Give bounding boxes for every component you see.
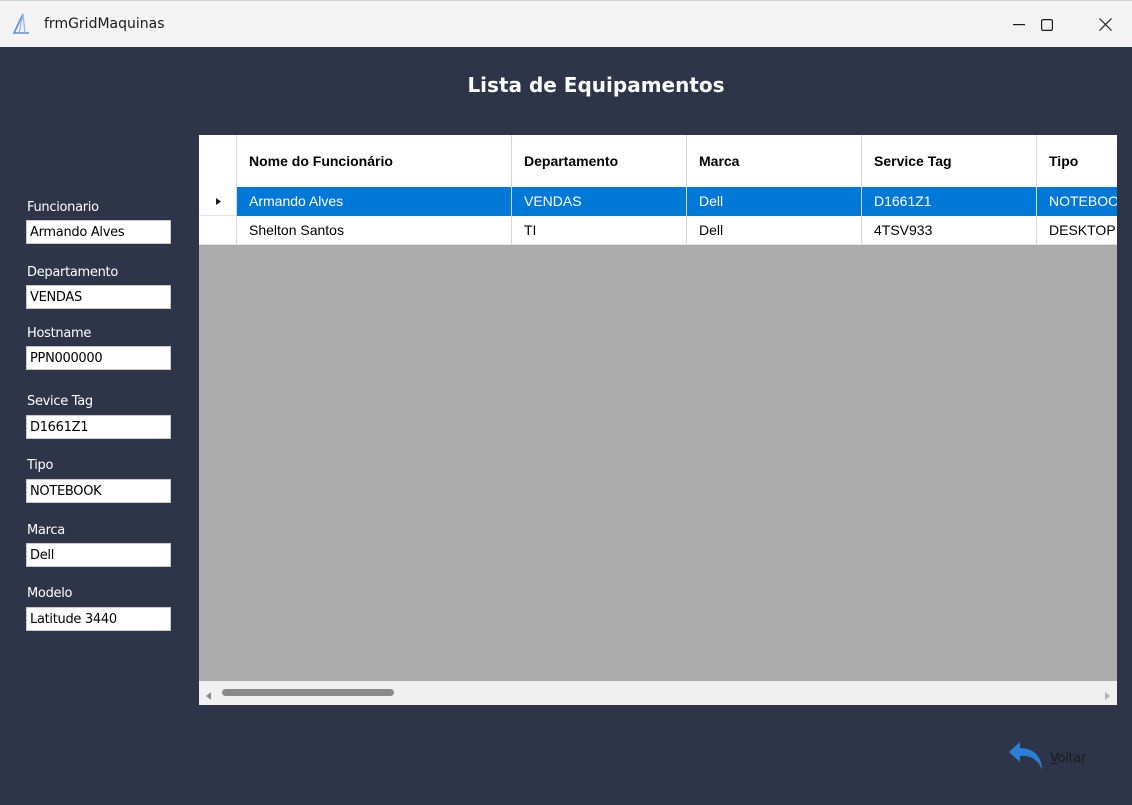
app-icon — [11, 13, 31, 35]
window-title: frmGridMaquinas — [44, 16, 165, 32]
column-header-nome[interactable]: Nome do Funcionário — [237, 135, 512, 187]
back-arrow-icon — [1006, 738, 1048, 779]
page-title: Lista de Equipamentos — [467, 73, 725, 97]
cell-tipo[interactable]: DESKTOP — [1037, 216, 1117, 245]
label-service-tag: Sevice Tag — [27, 394, 93, 409]
column-header-tipo[interactable]: Tipo — [1037, 135, 1117, 187]
close-button[interactable] — [1082, 1, 1128, 48]
modelo-field[interactable]: Latitude 3440 — [26, 607, 171, 631]
label-funcionario: Funcionario — [27, 200, 99, 215]
close-icon — [1098, 18, 1112, 31]
column-header-departamento[interactable]: Departamento — [512, 135, 687, 187]
row-header[interactable] — [199, 216, 237, 245]
row-header[interactable] — [199, 187, 237, 216]
scroll-left-icon[interactable] — [205, 688, 213, 705]
departamento-field[interactable]: VENDAS — [26, 285, 171, 309]
label-marca: Marca — [27, 523, 65, 538]
column-header-service-tag[interactable]: Service Tag — [862, 135, 1037, 187]
tipo-field[interactable]: NOTEBOOK — [26, 479, 171, 503]
cell-marca[interactable]: Dell — [687, 216, 862, 245]
cell-nome[interactable]: Shelton Santos — [237, 216, 512, 245]
window: frmGridMaquinas Lista de Equipamentos Fu… — [0, 0, 1132, 805]
cell-departamento[interactable]: TI — [512, 216, 687, 245]
table-row[interactable]: Shelton Santos TI Dell 4TSV933 DESKTOP — [199, 216, 1117, 245]
title-bar[interactable]: frmGridMaquinas — [0, 0, 1132, 48]
label-hostname: Hostname — [27, 326, 92, 341]
cell-departamento[interactable]: VENDAS — [512, 187, 687, 216]
cell-service-tag[interactable]: D1661Z1 — [862, 187, 1037, 216]
cell-marca[interactable]: Dell — [687, 187, 862, 216]
funcionario-field[interactable]: Armando Alves — [26, 220, 171, 244]
cell-tipo[interactable]: NOTEBOOK — [1037, 187, 1117, 216]
horizontal-scrollbar[interactable] — [199, 681, 1117, 705]
maximize-button[interactable] — [1024, 1, 1070, 48]
table-row[interactable]: Armando Alves VENDAS Dell D1661Z1 NOTEBO… — [199, 187, 1117, 216]
row-header-corner[interactable] — [199, 135, 237, 187]
form-client-area: Lista de Equipamentos Funcionario Armand… — [0, 47, 1132, 805]
label-tipo: Tipo — [27, 458, 54, 473]
back-button-label: Voltar — [1050, 750, 1087, 766]
scroll-right-icon[interactable] — [1103, 688, 1111, 705]
maximize-icon — [1041, 18, 1053, 31]
column-header-marca[interactable]: Marca — [687, 135, 862, 187]
cell-service-tag[interactable]: 4TSV933 — [862, 216, 1037, 245]
cell-nome[interactable]: Armando Alves — [237, 187, 512, 216]
service-tag-field[interactable]: D1661Z1 — [26, 415, 171, 439]
scrollbar-thumb[interactable] — [222, 689, 394, 696]
grid-header: Nome do Funcionário Departamento Marca S… — [199, 135, 1117, 188]
marca-field[interactable]: Dell — [26, 543, 171, 567]
back-button[interactable]: Voltar — [1006, 738, 1106, 778]
label-modelo: Modelo — [27, 586, 73, 601]
equipment-grid[interactable]: Nome do Funcionário Departamento Marca S… — [199, 135, 1117, 705]
hostname-field[interactable]: PPN000000 — [26, 346, 171, 370]
label-departamento: Departamento — [27, 265, 118, 280]
